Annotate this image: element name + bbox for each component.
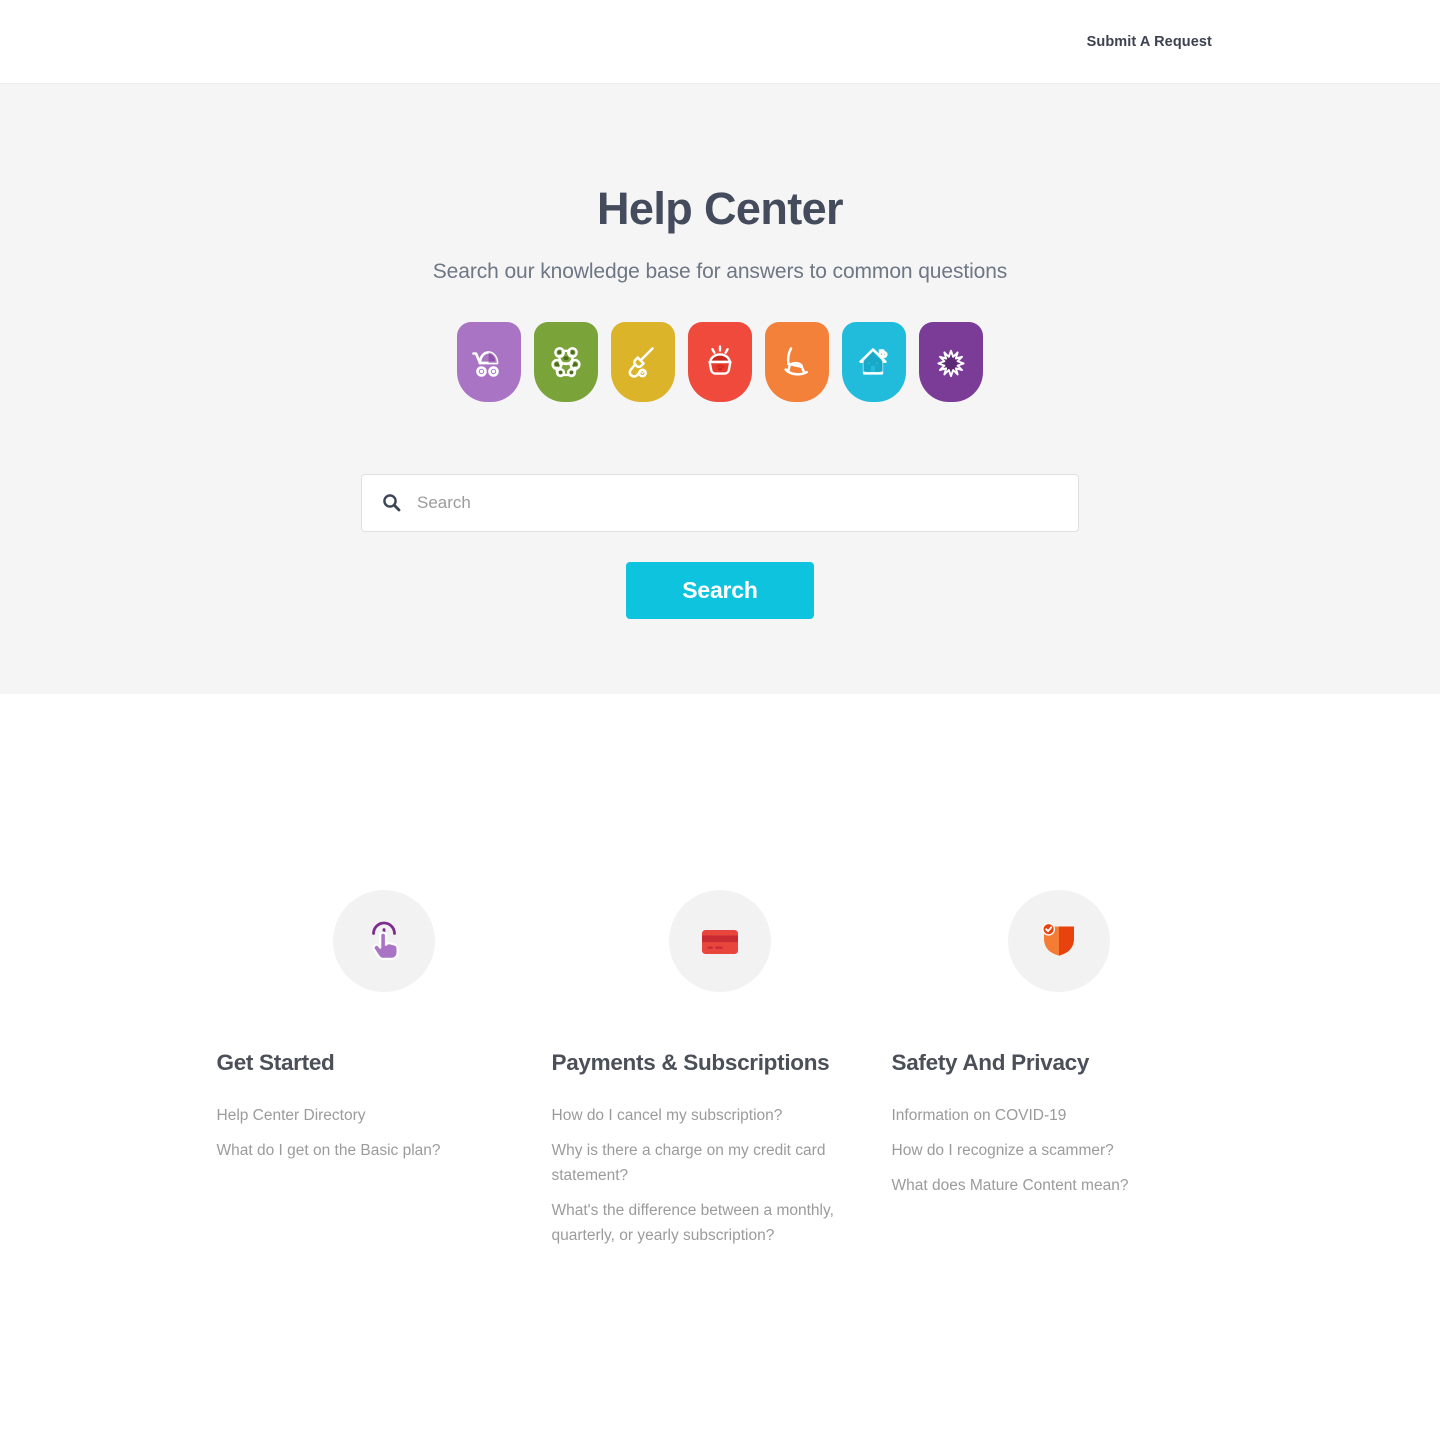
search-icon bbox=[383, 494, 401, 512]
category-title: Safety And Privacy bbox=[891, 1050, 1090, 1075]
broom-badge[interactable] bbox=[611, 321, 675, 402]
search-button[interactable]: Search bbox=[626, 561, 814, 619]
safety-icon-circle bbox=[1007, 890, 1110, 992]
list-item: What's the difference between a monthly,… bbox=[552, 1198, 844, 1248]
teddy-bear-badge[interactable] bbox=[534, 321, 598, 402]
search-input[interactable] bbox=[415, 491, 1058, 514]
search-bar-container bbox=[0, 473, 1440, 532]
house-icon bbox=[859, 347, 888, 375]
list-item: Why is there a charge on my credit card … bbox=[552, 1138, 844, 1188]
site-header: Submit A Request bbox=[0, 0, 1440, 84]
category-link[interactable]: Help Center Directory bbox=[217, 1107, 366, 1124]
house-badge[interactable] bbox=[842, 321, 906, 402]
tap-gesture-icon bbox=[372, 921, 399, 960]
list-item: What does Mature Content mean? bbox=[892, 1173, 1226, 1198]
category-link-list: Help Center Directory What do I get on t… bbox=[217, 1103, 552, 1163]
hero-section: Help Center Search our knowledge base fo… bbox=[0, 84, 1440, 694]
category-link[interactable]: Information on COVID-19 bbox=[892, 1107, 1067, 1124]
category-link[interactable]: What do I get on the Basic plan? bbox=[217, 1142, 441, 1159]
category-link[interactable]: How do I cancel my subscription? bbox=[552, 1107, 783, 1124]
category-link[interactable]: What's the difference between a monthly,… bbox=[552, 1202, 834, 1244]
get-started-icon-circle bbox=[333, 890, 435, 992]
category-link[interactable]: How do I recognize a scammer? bbox=[892, 1142, 1114, 1159]
category-title: Payments & Subscriptions bbox=[551, 1050, 830, 1075]
category-link[interactable]: What does Mature Content mean? bbox=[892, 1177, 1129, 1194]
list-item: Help Center Directory bbox=[217, 1103, 552, 1128]
search-box[interactable] bbox=[361, 473, 1079, 532]
category-get-started: Get Started Help Center Directory What d… bbox=[215, 890, 552, 1259]
shield-check-icon bbox=[1041, 922, 1074, 956]
list-item: What do I get on the Basic plan? bbox=[217, 1138, 552, 1163]
broom-icon bbox=[628, 346, 654, 378]
category-link-list: How do I cancel my subscription? Why is … bbox=[552, 1103, 844, 1249]
category-section: Get Started Help Center Directory What d… bbox=[0, 694, 1440, 1259]
category-link[interactable]: Why is there a charge on my credit card … bbox=[552, 1142, 826, 1184]
asterisk-badge[interactable] bbox=[919, 321, 983, 402]
search-button-container: Search bbox=[0, 561, 1440, 619]
page-title: Help Center bbox=[597, 183, 844, 234]
teddy-bear-icon bbox=[551, 346, 581, 377]
category-payments-subscriptions: Payments & Subscriptions How do I cancel… bbox=[552, 890, 889, 1259]
rocking-chair-icon bbox=[784, 346, 808, 376]
rocking-chair-badge[interactable] bbox=[765, 321, 829, 402]
category-title: Get Started bbox=[216, 1050, 335, 1075]
stroller-icon bbox=[472, 350, 499, 377]
page-subtitle: Search our knowledge base for answers to… bbox=[432, 259, 1008, 283]
stroller-badge[interactable] bbox=[457, 321, 521, 402]
asterisk-icon bbox=[937, 349, 965, 377]
submit-request-link[interactable]: Submit A Request bbox=[1087, 34, 1212, 50]
list-item: Information on COVID-19 bbox=[892, 1103, 1226, 1128]
pet-bowl-icon bbox=[708, 344, 732, 375]
pet-bowl-badge[interactable] bbox=[688, 321, 752, 402]
list-item: How do I recognize a scammer? bbox=[892, 1138, 1226, 1163]
payments-icon-circle bbox=[669, 890, 771, 992]
list-item: How do I cancel my subscription? bbox=[552, 1103, 844, 1128]
category-safety-privacy: Safety And Privacy Information on COVID-… bbox=[889, 890, 1226, 1259]
credit-card-icon bbox=[702, 930, 738, 954]
service-badge-row bbox=[0, 321, 1440, 402]
category-link-list: Information on COVID-19 How do I recogni… bbox=[892, 1103, 1226, 1198]
